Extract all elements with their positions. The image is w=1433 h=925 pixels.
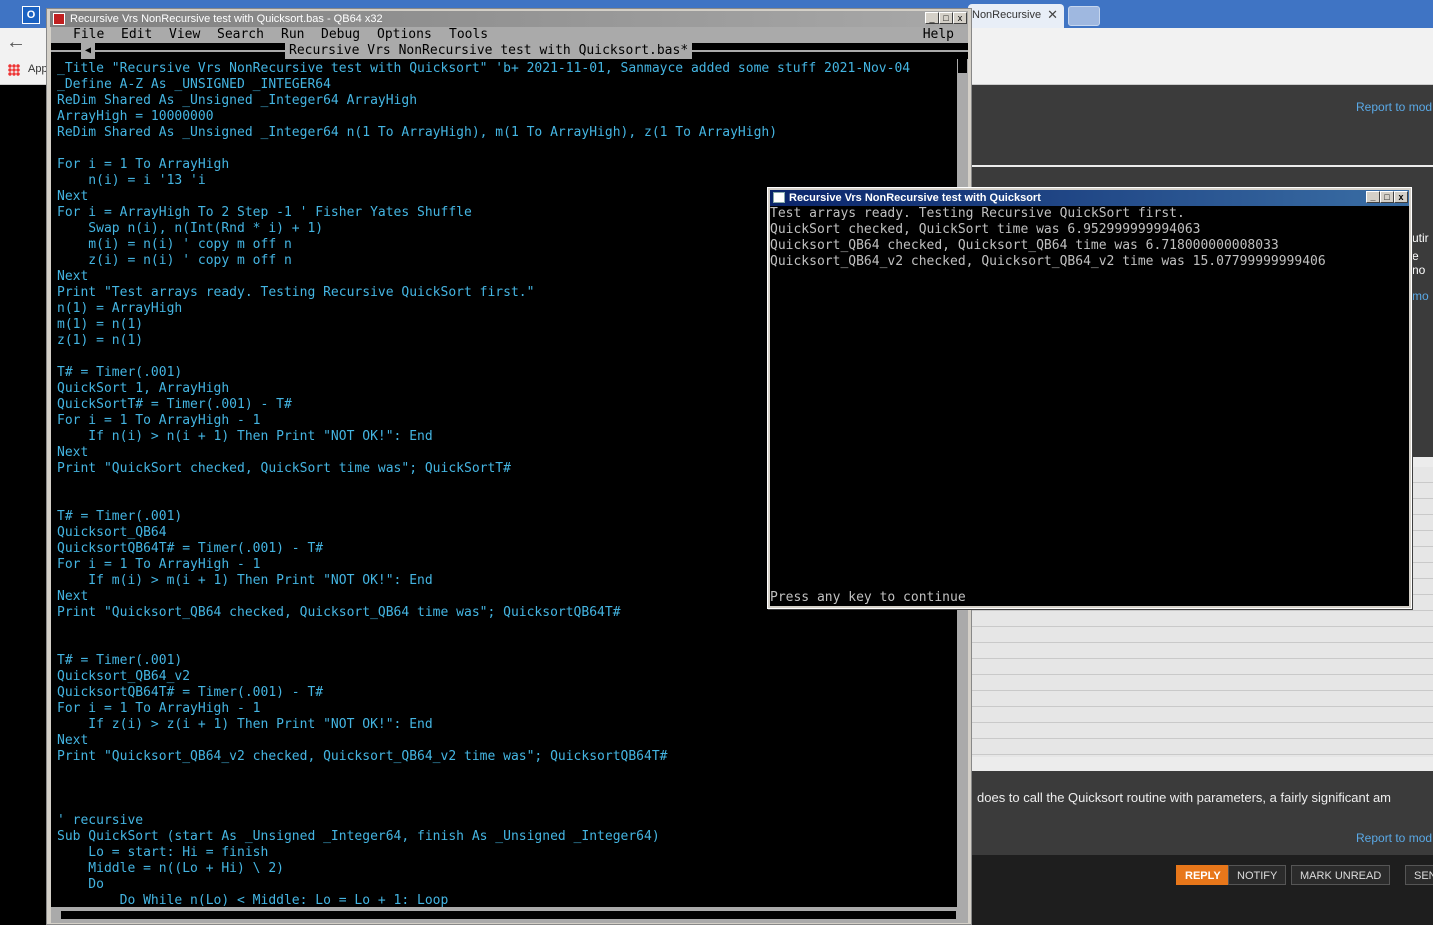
code-line: m(i) = n(i) ' copy m off n (57, 237, 292, 252)
code-line: n(i) = i '13 'i (57, 173, 206, 188)
scrollbar-track[interactable] (61, 911, 956, 919)
console-window-title: Recursive Vrs NonRecursive test with Qui… (789, 192, 1041, 204)
scroll-left-arrow-icon[interactable]: ◀ (81, 43, 95, 59)
qb64-app-icon (53, 13, 65, 25)
new-tab-button[interactable] (1068, 6, 1100, 26)
code-line: Do (57, 877, 104, 892)
code-line: m(1) = n(1) (57, 317, 144, 332)
editor-horizontal-scrollbar[interactable] (51, 907, 968, 923)
back-arrow-icon[interactable]: ← (6, 31, 26, 54)
code-line: Lo = start: Hi = finish (57, 845, 269, 860)
code-line: T# = Timer(.001) (57, 365, 183, 380)
code-line: Next (57, 189, 89, 204)
code-line: ReDim Shared As _Unsigned _Integer64 n(1… (57, 125, 778, 140)
code-line: For i = 1 To ArrayHigh - 1 (57, 557, 261, 572)
console-output[interactable]: Test arrays ready. Testing Recursive Qui… (770, 206, 1409, 606)
post-text-fragment: utir (1412, 231, 1429, 245)
code-line: Print "Quicksort_QB64_v2 checked, Quicks… (57, 749, 668, 764)
menu-run[interactable]: Run (281, 27, 304, 43)
menu-help[interactable]: Help (923, 27, 954, 43)
menu-file[interactable]: File (73, 27, 104, 43)
console-line: Quicksort_QB64 checked, Quicksort_QB64 t… (770, 238, 1279, 253)
code-line: Next (57, 589, 89, 604)
code-line: z(i) = n(i) ' copy m off n (57, 253, 292, 268)
code-line: Sub QuickSort (start As _Unsigned _Integ… (57, 829, 660, 844)
code-line: QuickSortT# = Timer(.001) - T# (57, 397, 292, 412)
post-header (972, 85, 1433, 165)
code-line: QuickSort 1, ArrayHigh (57, 381, 230, 396)
code-line: ReDim Shared As _Unsigned _Integer64 Arr… (57, 93, 418, 108)
scrollbar-thumb[interactable] (958, 59, 967, 73)
report-link[interactable]: Report to mod (1356, 831, 1432, 845)
code-line: ' recursive (57, 813, 144, 828)
post-text-fragment: e no (1412, 249, 1426, 277)
menu-view[interactable]: View (169, 27, 200, 43)
post-text: does to call the Quicksort routine with … (977, 790, 1392, 805)
code-line: Quicksort_QB64_v2 (57, 669, 191, 684)
code-line: If n(i) > n(i + 1) Then Print "NOT OK!":… (57, 429, 433, 444)
code-line: QuicksortQB64T# = Timer(.001) - T# (57, 685, 324, 700)
console-titlebar[interactable]: Recursive Vrs NonRecursive test with Qui… (770, 190, 1409, 206)
apps-grid-icon[interactable] (8, 64, 20, 76)
ide-window-title: Recursive Vrs NonRecursive test with Qui… (70, 13, 383, 25)
code-line: Swap n(i), n(Int(Rnd * i) + 1) (57, 221, 324, 236)
code-line: Middle = n((Lo + Hi) \ 2) (57, 861, 284, 876)
browser-tab-label: NonRecursive (972, 9, 1042, 21)
close-button[interactable]: x (1394, 191, 1408, 203)
menu-tools[interactable]: Tools (449, 27, 488, 43)
minimize-button[interactable]: _ (1366, 191, 1380, 203)
code-line: For i = 1 To ArrayHigh - 1 (57, 701, 261, 716)
code-line: n(1) = ArrayHigh (57, 301, 183, 316)
maximize-button[interactable]: □ (1380, 191, 1394, 203)
close-icon[interactable]: ✕ (1047, 4, 1058, 26)
console-line: QuickSort checked, QuickSort time was 6.… (770, 222, 1201, 237)
notify-button[interactable]: NOTIFY (1228, 865, 1287, 885)
code-line: Next (57, 733, 89, 748)
code-line: ArrayHigh = 10000000 (57, 109, 214, 124)
code-line: Next (57, 269, 89, 284)
code-line: Print "QuickSort checked, QuickSort time… (57, 461, 511, 476)
console-line: Test arrays ready. Testing Recursive Qui… (770, 206, 1185, 221)
menu-debug[interactable]: Debug (321, 27, 360, 43)
code-line: QuicksortQB64T# = Timer(.001) - T# (57, 541, 324, 556)
console-line: Quicksort_QB64_v2 checked, Quicksort_QB6… (770, 254, 1326, 269)
maximize-button[interactable]: □ (939, 12, 953, 24)
code-line: Print "Test arrays ready. Testing Recurs… (57, 285, 535, 300)
ide-file-tabline: ◀ Recursive Vrs NonRecursive test with Q… (51, 43, 968, 59)
mark-unread-button[interactable]: MARK UNREAD (1291, 865, 1391, 885)
close-button[interactable]: x (953, 12, 967, 24)
editor-file-title: Recursive Vrs NonRecursive test with Qui… (285, 43, 693, 59)
minimize-button[interactable]: _ (925, 12, 939, 24)
code-line: T# = Timer(.001) (57, 509, 183, 524)
send-button[interactable]: SEND T (1405, 865, 1433, 885)
code-line: Print "Quicksort_QB64 checked, Quicksort… (57, 605, 621, 620)
code-line: Quicksort_QB64 (57, 525, 167, 540)
menu-edit[interactable]: Edit (121, 27, 152, 43)
code-line: For i = 1 To ArrayHigh (57, 157, 230, 172)
menu-search[interactable]: Search (217, 27, 264, 43)
ide-menubar: File Edit View Search Run Debug Options … (51, 27, 968, 43)
console-prompt: Press any key to continue (770, 590, 966, 605)
outlook-icon[interactable]: O (22, 6, 40, 24)
code-line: If z(i) > z(i + 1) Then Print "NOT OK!":… (57, 717, 433, 732)
program-output-window: Recursive Vrs NonRecursive test with Qui… (767, 187, 1412, 609)
menu-options[interactable]: Options (377, 27, 432, 43)
browser-tab[interactable]: NonRecursive ✕ (968, 4, 1064, 28)
code-line: T# = Timer(.001) (57, 653, 183, 668)
ide-titlebar[interactable]: Recursive Vrs NonRecursive test with Qui… (50, 11, 968, 27)
console-app-icon (773, 192, 785, 203)
report-link[interactable]: Report to mod (1356, 100, 1432, 114)
code-line: If m(i) > m(i + 1) Then Print "NOT OK!":… (57, 573, 433, 588)
desktop-background (0, 85, 46, 925)
code-line: Do While n(Lo) < Middle: Lo = Lo + 1: Lo… (57, 893, 449, 907)
code-line: For i = 1 To ArrayHigh - 1 (57, 413, 261, 428)
code-line: z(1) = n(1) (57, 333, 144, 348)
code-line: Next (57, 445, 89, 460)
code-line: _Define A-Z As _UNSIGNED _INTEGER64 (57, 77, 331, 92)
reply-button[interactable]: REPLY (1176, 865, 1230, 885)
code-line: _Title "Recursive Vrs NonRecursive test … (57, 61, 911, 76)
apps-bookmark-label[interactable]: App (28, 63, 48, 75)
post-link-fragment[interactable]: mo (1412, 289, 1429, 303)
code-line: For i = ArrayHigh To 2 Step -1 ' Fisher … (57, 205, 472, 220)
